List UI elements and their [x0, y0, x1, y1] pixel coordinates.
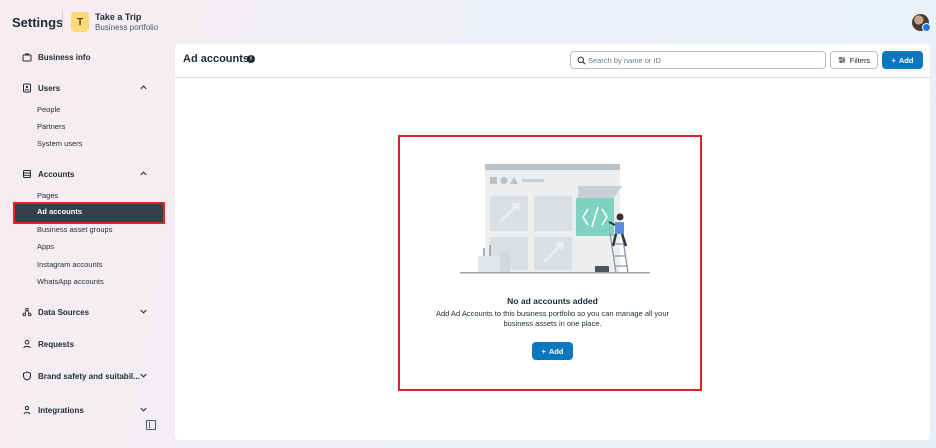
sidebar-item-label: Requests: [38, 339, 75, 349]
person-icon: [23, 339, 31, 349]
chevron-up-icon[interactable]: [139, 169, 148, 178]
sidebar-item-data-sources[interactable]: Data Sources: [22, 304, 158, 320]
sidebar-item-people[interactable]: People: [37, 103, 60, 117]
collapse-sidebar-icon[interactable]: [146, 420, 156, 430]
filters-button[interactable]: Filters: [830, 51, 878, 69]
sidebar-item-label: Integrations: [38, 405, 84, 415]
page-title: Ad accounts: [183, 53, 250, 65]
briefcase-icon: [22, 53, 32, 62]
sidebar-item-users[interactable]: Users: [22, 80, 158, 96]
stack-icon: [23, 170, 31, 178]
search-box[interactable]: [570, 51, 826, 69]
sidebar-item-requests[interactable]: Requests: [22, 336, 158, 352]
top-bar: Settings T Take a Trip Business portfoli…: [0, 0, 936, 44]
sidebar-item-system-users[interactable]: System users: [37, 137, 82, 151]
plus-icon: +: [541, 346, 546, 356]
sidebar-item-partners[interactable]: Partners: [37, 120, 65, 134]
empty-state-add-button[interactable]: + Add: [532, 342, 573, 360]
facebook-badge-icon: [922, 23, 931, 32]
sidebar-item-accounts[interactable]: Accounts: [22, 166, 158, 182]
portfolio-name[interactable]: Take a Trip: [95, 12, 141, 22]
info-icon[interactable]: i: [247, 55, 255, 63]
portfolio-avatar[interactable]: T: [71, 12, 89, 32]
sidebar-item-integrations[interactable]: Integrations: [22, 402, 158, 418]
add-label: Add: [548, 346, 564, 356]
data-sources-icon: [22, 307, 32, 317]
add-button[interactable]: + Add: [882, 51, 923, 69]
sidebar-item-label: Accounts: [38, 169, 75, 179]
empty-state-description: Add Ad Accounts to this business portfol…: [435, 309, 670, 328]
chevron-up-icon[interactable]: [139, 83, 148, 92]
empty-state-title: No ad accounts added: [507, 296, 598, 306]
plus-icon: +: [891, 55, 896, 65]
search-input[interactable]: [588, 54, 820, 66]
app-title: Settings: [12, 15, 64, 30]
shield-icon: [23, 371, 31, 381]
empty-state-illustration: [460, 164, 650, 274]
page-header: Ad accounts i Filters + Add: [175, 44, 930, 78]
sidebar-item-label: Data Sources: [38, 307, 90, 317]
filters-label: Filters: [849, 55, 871, 65]
sidebar-item-brand-safety[interactable]: Brand safety and suitabil...: [22, 368, 158, 384]
sidebar-item-label: Brand safety and suitabil...: [38, 371, 140, 381]
sidebar-item-pages[interactable]: Pages: [37, 189, 58, 203]
sidebar-item-label: Users: [38, 83, 61, 93]
sidebar-item-apps[interactable]: Apps: [37, 240, 54, 254]
chevron-down-icon[interactable]: [139, 371, 148, 380]
sidebar-item-business-asset-groups[interactable]: Business asset groups: [37, 223, 112, 237]
id-card-icon: [23, 83, 31, 93]
add-label: Add: [898, 55, 914, 65]
portfolio-type: Business portfolio: [95, 23, 159, 32]
top-divider: [62, 11, 63, 33]
sidebar-item-instagram-accounts[interactable]: Instagram accounts: [37, 258, 102, 272]
sidebar-item-label: Ad accounts: [37, 207, 83, 216]
chevron-down-icon[interactable]: [139, 405, 148, 414]
sidebar-item-label: Business info: [38, 52, 91, 62]
main-panel: Ad accounts i Filters + Add: [175, 44, 930, 440]
search-icon: [577, 56, 586, 65]
sidebar-item-whatsapp-accounts[interactable]: WhatsApp accounts: [37, 275, 104, 289]
integrations-icon: [23, 405, 31, 415]
sidebar-item-ad-accounts[interactable]: Ad accounts: [13, 202, 165, 224]
chevron-down-icon[interactable]: [139, 307, 148, 316]
sidebar: Business info Users People Partners Syst…: [0, 44, 174, 448]
sidebar-item-business-info[interactable]: Business info: [22, 49, 158, 65]
filter-sliders-icon: [838, 56, 845, 64]
